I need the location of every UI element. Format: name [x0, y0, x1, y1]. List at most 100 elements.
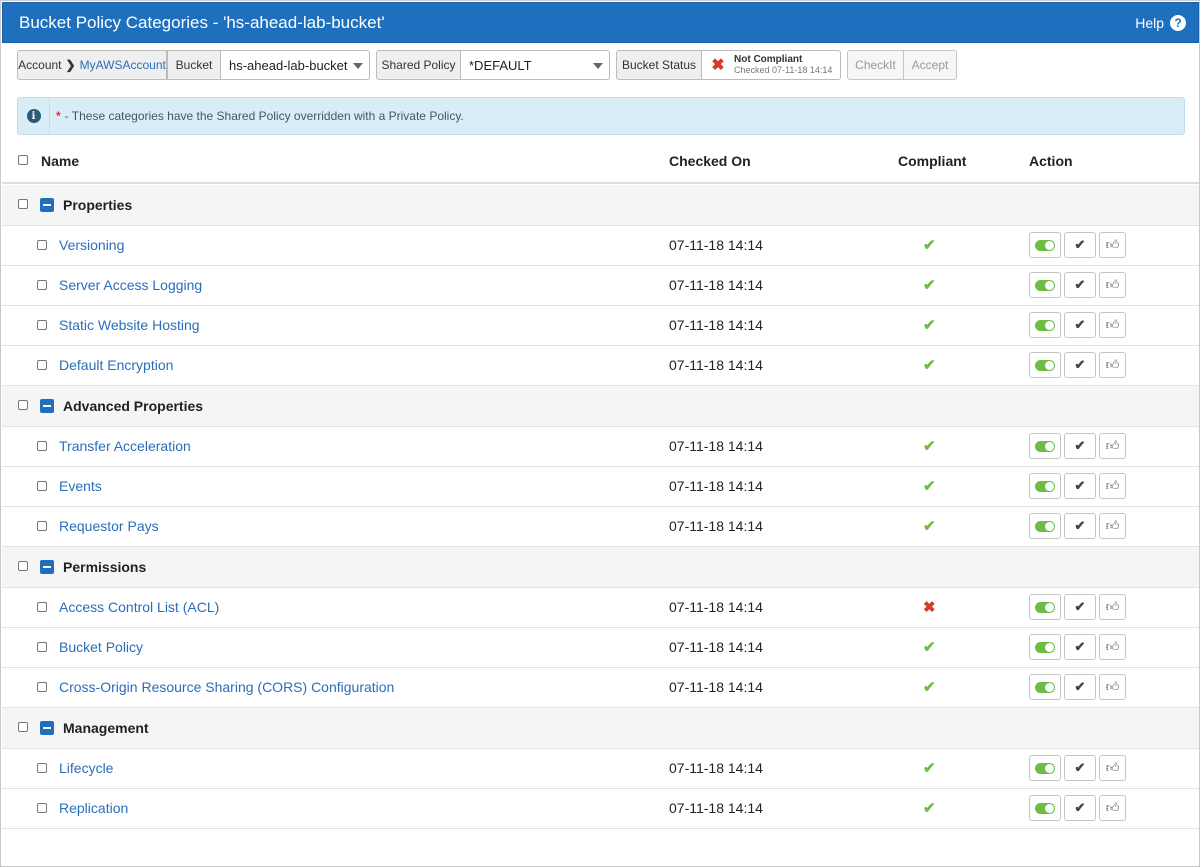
- column-header-compliant[interactable]: Compliant: [898, 153, 966, 169]
- accept-thumb-button[interactable]: 👍︎: [1099, 755, 1126, 781]
- row-checkbox[interactable]: [37, 320, 47, 330]
- table-row: Transfer Acceleration 07-11-18 14:14 ✔ ✔ 👍︎: [2, 427, 1199, 467]
- table-row: Access Control List (ACL) 07-11-18 14:14 ✖…: [2, 588, 1199, 628]
- override-star: *: [56, 109, 61, 123]
- row-checkbox[interactable]: [37, 642, 47, 652]
- row-checkbox[interactable]: [37, 602, 47, 612]
- bucket-select[interactable]: hs-ahead-lab-bucket: [221, 50, 370, 80]
- check-icon: ✔: [923, 277, 936, 294]
- checkit-button[interactable]: CheckIt: [847, 50, 904, 80]
- category-link[interactable]: Replication: [59, 800, 128, 816]
- enable-toggle[interactable]: [1029, 674, 1061, 700]
- accept-thumb-button[interactable]: 👍︎: [1099, 674, 1126, 700]
- enable-toggle[interactable]: [1029, 473, 1061, 499]
- enable-toggle[interactable]: [1029, 232, 1061, 258]
- check-button[interactable]: ✔: [1064, 674, 1096, 700]
- check-button[interactable]: ✔: [1064, 272, 1096, 298]
- group-checkbox[interactable]: [18, 561, 28, 571]
- column-header-action: Action: [1029, 153, 1073, 169]
- accept-thumb-button[interactable]: 👍︎: [1099, 352, 1126, 378]
- checked-on: 07-11-18 14:14: [669, 357, 763, 373]
- accept-thumb-button[interactable]: 👍︎: [1099, 594, 1126, 620]
- accept-thumb-button[interactable]: 👍︎: [1099, 473, 1126, 499]
- row-checkbox[interactable]: [37, 280, 47, 290]
- category-link[interactable]: Lifecycle: [59, 760, 113, 776]
- group-row: Advanced Properties: [2, 386, 1199, 427]
- enable-toggle[interactable]: [1029, 352, 1061, 378]
- help-button[interactable]: Help ?: [1135, 15, 1186, 31]
- check-button[interactable]: ✔: [1064, 352, 1096, 378]
- row-checkbox[interactable]: [37, 803, 47, 813]
- category-link[interactable]: Server Access Logging: [59, 277, 202, 293]
- thumbs-up-icon: 👍︎: [1105, 800, 1120, 815]
- group-name: Properties: [63, 197, 133, 213]
- toggle-icon: [1035, 440, 1055, 452]
- check-button[interactable]: ✔: [1064, 513, 1096, 539]
- enable-toggle[interactable]: [1029, 272, 1061, 298]
- check-icon: ✔: [923, 639, 936, 656]
- chevron-down-icon: [353, 63, 363, 69]
- enable-toggle[interactable]: [1029, 634, 1061, 660]
- row-checkbox[interactable]: [37, 441, 47, 451]
- bucket-status: ✖ Not Compliant Checked 07-11-18 14:14: [702, 50, 841, 80]
- category-link[interactable]: Requestor Pays: [59, 518, 159, 534]
- accept-thumb-button[interactable]: 👍︎: [1099, 513, 1126, 539]
- collapse-icon[interactable]: [40, 560, 54, 574]
- table-row: Requestor Pays 07-11-18 14:14 ✔ ✔ 👍︎: [2, 507, 1199, 547]
- accept-thumb-button[interactable]: 👍︎: [1099, 232, 1126, 258]
- row-checkbox[interactable]: [37, 481, 47, 491]
- column-header-checked-on[interactable]: Checked On: [669, 153, 751, 169]
- table-header: Name Checked On Compliant Action: [2, 141, 1199, 184]
- check-button[interactable]: ✔: [1064, 755, 1096, 781]
- collapse-icon[interactable]: [40, 399, 54, 413]
- check-button[interactable]: ✔: [1064, 594, 1096, 620]
- check-button[interactable]: ✔: [1064, 634, 1096, 660]
- enable-toggle[interactable]: [1029, 594, 1061, 620]
- row-checkbox[interactable]: [37, 240, 47, 250]
- enable-toggle[interactable]: [1029, 312, 1061, 338]
- checked-on: 07-11-18 14:14: [669, 237, 763, 253]
- group-checkbox[interactable]: [18, 199, 28, 209]
- group-checkbox[interactable]: [18, 722, 28, 732]
- accept-thumb-button[interactable]: 👍︎: [1099, 272, 1126, 298]
- enable-toggle[interactable]: [1029, 795, 1061, 821]
- shared-policy-select[interactable]: *DEFAULT: [461, 50, 610, 80]
- category-link[interactable]: Versioning: [59, 237, 124, 253]
- row-checkbox[interactable]: [37, 763, 47, 773]
- group-checkbox[interactable]: [18, 400, 28, 410]
- accept-thumb-button[interactable]: 👍︎: [1099, 795, 1126, 821]
- account-link[interactable]: MyAWSAccount: [80, 58, 166, 72]
- category-link[interactable]: Transfer Acceleration: [59, 438, 191, 454]
- accept-thumb-button[interactable]: 👍︎: [1099, 634, 1126, 660]
- check-icon: ✔: [1074, 760, 1086, 775]
- row-checkbox[interactable]: [37, 682, 47, 692]
- enable-toggle[interactable]: [1029, 433, 1061, 459]
- collapse-icon[interactable]: [40, 198, 54, 212]
- category-link[interactable]: Cross-Origin Resource Sharing (CORS) Con…: [59, 679, 394, 695]
- category-link[interactable]: Events: [59, 478, 102, 494]
- row-checkbox[interactable]: [37, 360, 47, 370]
- check-button[interactable]: ✔: [1064, 312, 1096, 338]
- check-icon: ✔: [1074, 679, 1086, 694]
- select-all-checkbox[interactable]: [18, 155, 28, 165]
- collapse-icon[interactable]: [40, 721, 54, 735]
- check-icon: ✔: [1074, 800, 1086, 815]
- enable-toggle[interactable]: [1029, 513, 1061, 539]
- enable-toggle[interactable]: [1029, 755, 1061, 781]
- category-link[interactable]: Default Encryption: [59, 357, 173, 373]
- column-header-name[interactable]: Name: [41, 153, 79, 169]
- accept-thumb-button[interactable]: 👍︎: [1099, 433, 1126, 459]
- check-button[interactable]: ✔: [1064, 433, 1096, 459]
- check-button[interactable]: ✔: [1064, 795, 1096, 821]
- toggle-icon: [1035, 681, 1055, 693]
- category-link[interactable]: Static Website Hosting: [59, 317, 200, 333]
- check-button[interactable]: ✔: [1064, 473, 1096, 499]
- category-link[interactable]: Bucket Policy: [59, 639, 143, 655]
- group-name: Management: [63, 720, 149, 736]
- accept-thumb-button[interactable]: 👍︎: [1099, 312, 1126, 338]
- accept-button[interactable]: Accept: [903, 50, 957, 80]
- category-link[interactable]: Access Control List (ACL): [59, 599, 219, 615]
- shared-policy-value: *DEFAULT: [469, 57, 532, 73]
- row-checkbox[interactable]: [37, 521, 47, 531]
- check-button[interactable]: ✔: [1064, 232, 1096, 258]
